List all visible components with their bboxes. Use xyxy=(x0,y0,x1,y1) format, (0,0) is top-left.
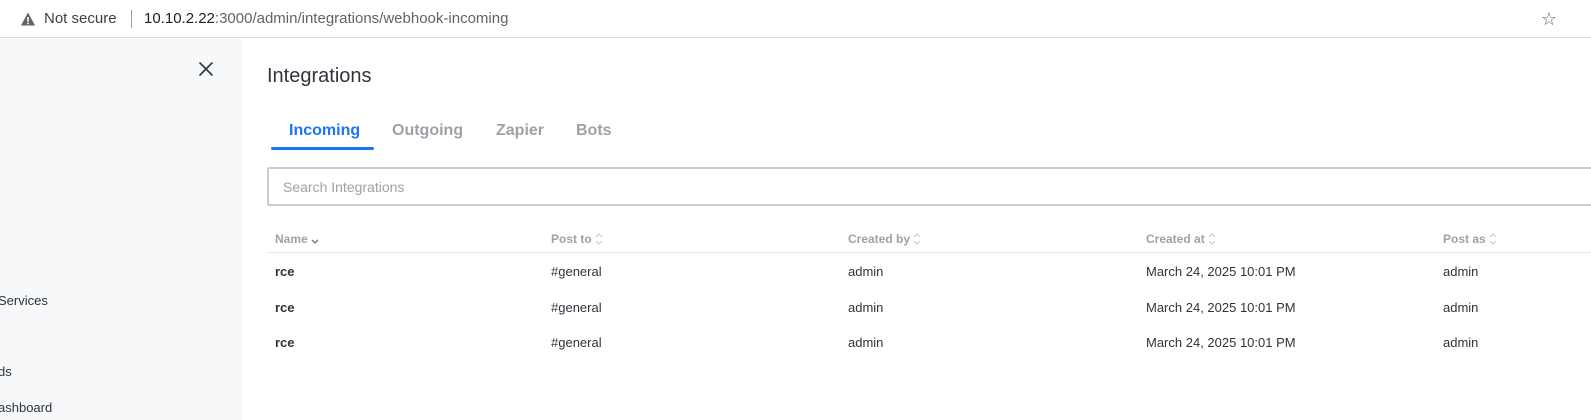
table-row[interactable]: rce #general admin March 24, 2025 10:01 … xyxy=(267,289,1591,325)
integrations-table: Name Post to Created by Created at Post … xyxy=(267,222,1591,360)
cell-post-to: #general xyxy=(551,299,602,315)
main-content: Integrations Incoming Outgoing Zapier Bo… xyxy=(243,39,1591,420)
active-tab-indicator xyxy=(271,147,374,150)
security-status-label[interactable]: Not secure xyxy=(44,10,117,28)
cell-created-at: March 24, 2025 10:01 PM xyxy=(1146,335,1296,350)
admin-sidebar: Services ds ashboard xyxy=(0,39,243,420)
cell-post-to: #general xyxy=(551,335,602,350)
cell-created-at: March 24, 2025 10:01 PM xyxy=(1146,299,1296,315)
column-label: Post as xyxy=(1443,232,1486,246)
close-icon[interactable] xyxy=(196,59,216,79)
tab-zapier[interactable]: Zapier xyxy=(496,117,544,145)
star-icon[interactable]: ☆ xyxy=(1539,9,1559,29)
column-label: Name xyxy=(275,232,308,246)
sort-icon xyxy=(595,233,603,245)
column-label: Created by xyxy=(848,232,911,246)
sidebar-item-ds[interactable]: ds xyxy=(0,364,12,380)
tab-bots[interactable]: Bots xyxy=(576,117,612,145)
tab-outgoing[interactable]: Outgoing xyxy=(392,117,463,145)
url-path: :3000/admin/integrations/webhook-incomin… xyxy=(214,10,509,27)
table-row[interactable]: rce #general admin March 24, 2025 10:01 … xyxy=(267,253,1591,289)
column-header-name[interactable]: Name xyxy=(275,232,319,246)
sort-icon xyxy=(1489,233,1497,245)
cell-post-as: admin xyxy=(1443,335,1479,350)
cell-name: rce xyxy=(275,335,295,350)
sort-icon xyxy=(1208,233,1216,245)
column-header-created-at[interactable]: Created at xyxy=(1146,232,1216,246)
cell-post-as: admin xyxy=(1443,299,1479,315)
table-header: Name Post to Created by Created at Post … xyxy=(267,222,1591,253)
sidebar-item-dashboard[interactable]: ashboard xyxy=(0,400,52,416)
column-header-post-as[interactable]: Post as xyxy=(1443,232,1497,246)
browser-address-bar: Not secure 10.10.2.22:3000/admin/integra… xyxy=(0,0,1591,38)
cell-name: rce xyxy=(275,299,295,315)
cell-created-by: admin xyxy=(848,264,884,279)
cell-created-by: admin xyxy=(848,335,884,350)
column-header-created-by[interactable]: Created by xyxy=(848,232,921,246)
column-header-post-to[interactable]: Post to xyxy=(551,232,603,246)
cell-post-to: #general xyxy=(551,264,602,279)
cell-post-as: admin xyxy=(1443,264,1479,279)
cell-name: rce xyxy=(275,264,295,279)
table-row[interactable]: rce #general admin March 24, 2025 10:01 … xyxy=(267,324,1591,360)
warning-triangle-icon[interactable] xyxy=(20,11,36,27)
tab-incoming[interactable]: Incoming xyxy=(289,117,360,145)
address-divider xyxy=(131,10,132,28)
column-label: Created at xyxy=(1146,232,1205,246)
url-host: 10.10.2.22 xyxy=(144,10,215,27)
sidebar-item-services[interactable]: Services xyxy=(0,293,48,309)
cell-created-by: admin xyxy=(848,299,884,315)
url-field[interactable]: 10.10.2.22:3000/admin/integrations/webho… xyxy=(144,10,508,28)
column-label: Post to xyxy=(551,232,592,246)
sort-icon xyxy=(311,239,319,244)
cell-created-at: March 24, 2025 10:01 PM xyxy=(1146,264,1296,279)
page-title: Integrations xyxy=(267,65,372,87)
search-input[interactable] xyxy=(267,167,1591,206)
sort-icon xyxy=(913,233,921,245)
